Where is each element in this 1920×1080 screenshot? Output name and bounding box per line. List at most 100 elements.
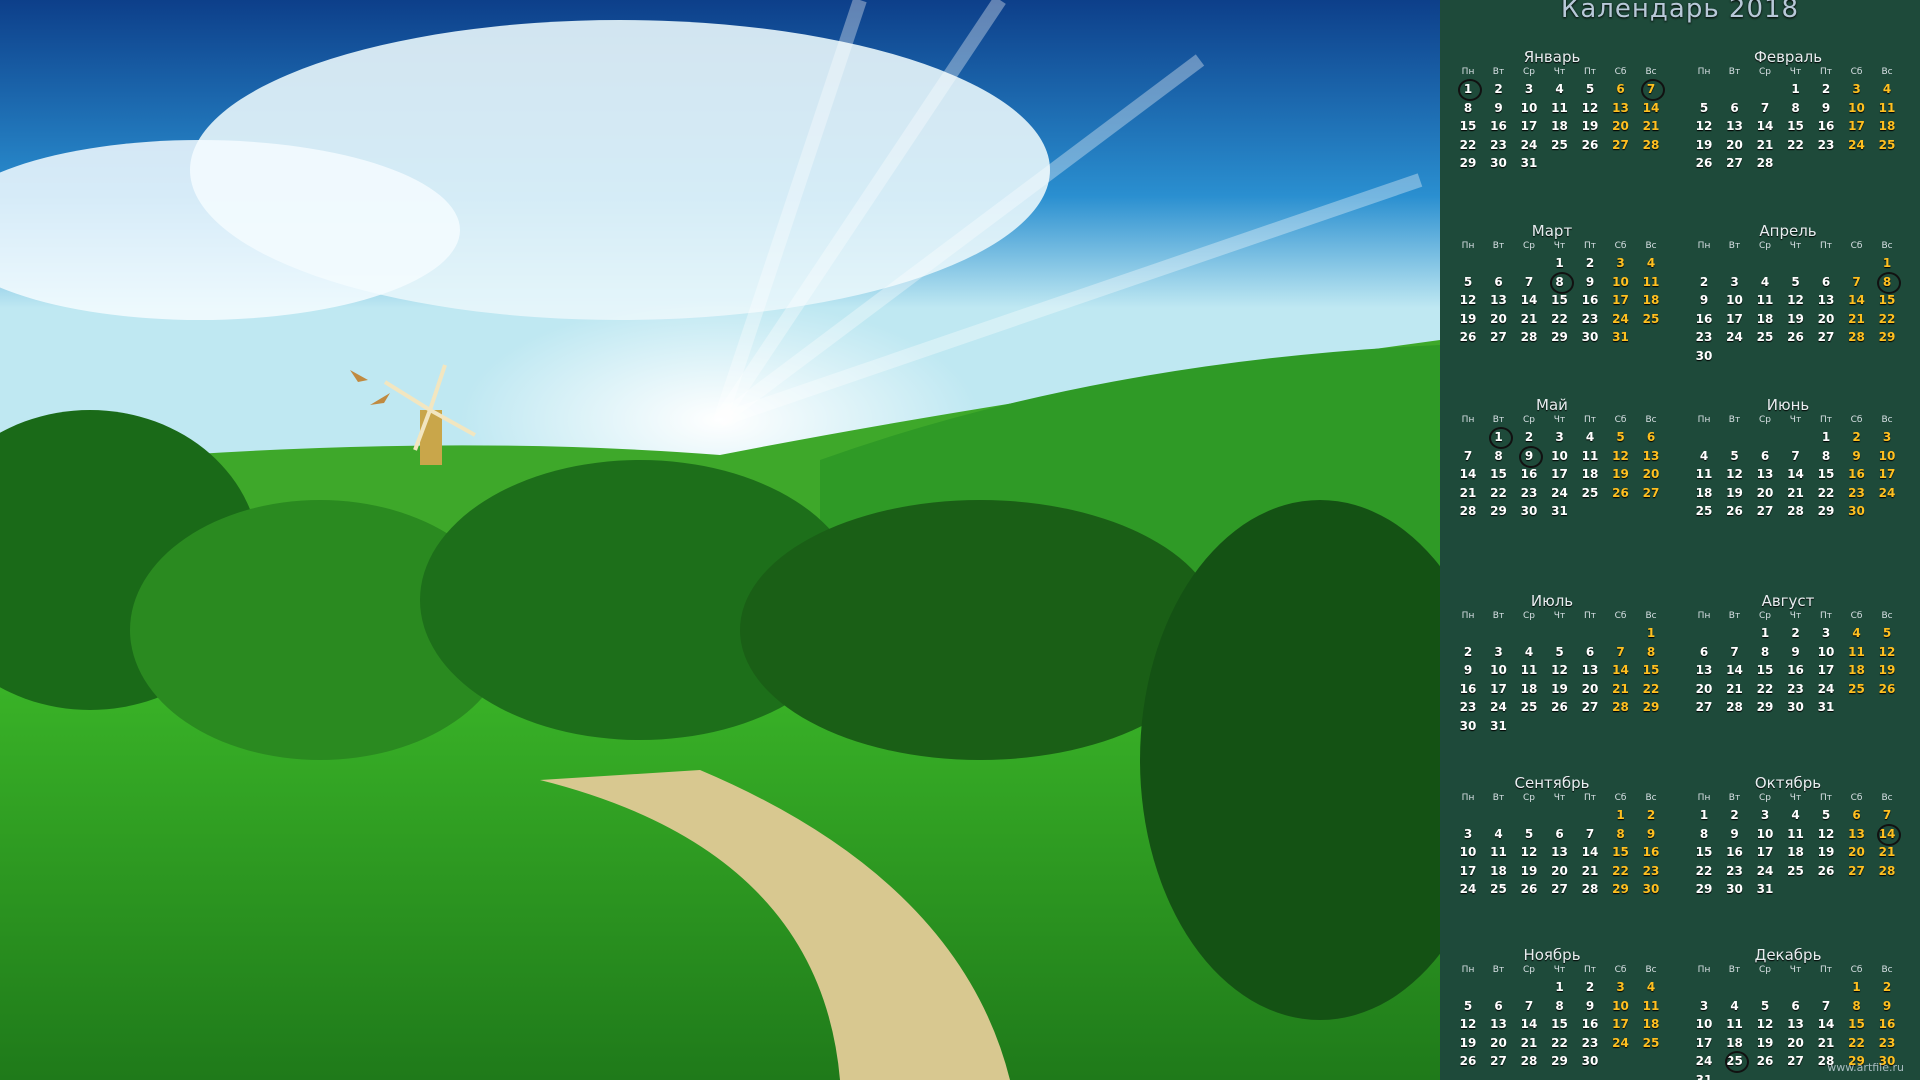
day-cell: 9 [1791, 644, 1800, 659]
month-name: Январь [1523, 48, 1581, 66]
day-cell: 25 [1551, 137, 1568, 152]
weekday-label: Пт [1583, 241, 1596, 251]
day-cell: 18 [1848, 663, 1865, 677]
day-cell: 2 [1821, 82, 1831, 96]
day-cell: 12 [1459, 1017, 1477, 1031]
day-cell: 29 [1551, 1054, 1568, 1068]
weekday-label: Вт [1728, 241, 1741, 251]
weekday-label: Сб [1614, 793, 1627, 803]
day-cell: 29 [1695, 882, 1713, 896]
day-cell: 15 [1787, 119, 1804, 133]
day-cell: 5 [1555, 644, 1564, 659]
day-cell: 5 [1821, 808, 1831, 822]
day-cell: 1 [1882, 256, 1892, 270]
day-cell: 4 [1646, 256, 1656, 270]
day-cell: 29 [1490, 504, 1507, 518]
day-cell: 12 [1726, 467, 1743, 481]
day-cell: 23 [1695, 330, 1713, 344]
day-cell: 22 [1459, 137, 1477, 152]
day-cell: 13 [1848, 826, 1865, 841]
day-cell: 3 [1616, 256, 1625, 270]
weekday-label: Вт [1492, 241, 1505, 251]
watermark: www.artfile.ru [1827, 1061, 1904, 1074]
day-cell: 29 [1817, 504, 1835, 518]
day-cell: 15 [1848, 1017, 1865, 1031]
day-cell: 31 [1756, 882, 1774, 896]
day-cell: 7 [1524, 998, 1534, 1013]
day-cell: 25 [1721, 1051, 1749, 1073]
day-cell: 12 [1817, 826, 1835, 841]
day-cell: 28 [1848, 330, 1865, 344]
day-cell: 30 [1581, 330, 1599, 344]
day-cell: 22 [1878, 311, 1896, 326]
day-cell: 21 [1520, 311, 1538, 326]
day-cell: 30 [1787, 700, 1804, 714]
day-cell: 13 [1726, 119, 1743, 133]
day-cell: 30 [1642, 882, 1660, 896]
day-cell: 17 [1490, 681, 1507, 696]
day-cell: 16 [1459, 681, 1477, 696]
weekday-label: Чт [1553, 67, 1566, 77]
day-cell: 4 [1524, 644, 1534, 659]
month-name: Ноябрь [1523, 946, 1581, 964]
day-cell: 10 [1726, 293, 1743, 307]
day-cell: 23 [1459, 700, 1477, 714]
day-cell: 12 [1612, 448, 1629, 463]
weekday-label: Чт [1789, 793, 1802, 803]
day-cell: 6 [1699, 644, 1709, 659]
day-cell: 7 [1852, 274, 1861, 289]
weekday-label: Сб [1614, 611, 1627, 621]
day-cell: 24 [1695, 1054, 1713, 1068]
day-cell: 7 [1463, 448, 1473, 463]
weekday-label: Пн [1697, 67, 1711, 77]
day-cell: 31 [1817, 700, 1835, 714]
day-cell: 25 [1490, 882, 1507, 896]
day-cell: 6 [1821, 274, 1831, 289]
day-cell: 6 [1760, 448, 1770, 463]
weekday-label: Вс [1881, 241, 1893, 251]
day-cell: 15 [1612, 845, 1629, 859]
day-cell: 11 [1581, 448, 1599, 463]
day-cell: 24 [1490, 700, 1507, 714]
day-cell: 3 [1730, 274, 1739, 289]
day-cell: 8 [1546, 271, 1574, 294]
day-cell: 20 [1848, 845, 1865, 859]
day-cell: 8 [1494, 448, 1503, 463]
weekday-label: Ср [1759, 965, 1771, 975]
day-cell: 4 [1760, 274, 1770, 289]
day-cell: 22 [1848, 1035, 1865, 1050]
day-cell: 7 [1730, 644, 1739, 659]
day-cell: 21 [1581, 863, 1599, 878]
month-name: Июнь [1766, 396, 1810, 414]
day-cell: 27 [1612, 137, 1629, 152]
day-cell: 5 [1524, 826, 1534, 841]
weekday-label: Сб [1850, 793, 1863, 803]
day-cell: 28 [1642, 137, 1660, 152]
day-cell: 17 [1817, 663, 1835, 677]
weekday-label: Чт [1553, 793, 1566, 803]
day-cell: 8 [1760, 644, 1770, 659]
day-cell: 1 [1616, 808, 1625, 822]
day-cell: 26 [1726, 504, 1743, 518]
day-cell: 9 [1821, 100, 1831, 115]
day-cell: 30 [1726, 882, 1743, 896]
day-cell: 12 [1581, 100, 1599, 115]
day-cell: 14 [1756, 119, 1774, 133]
weekday-label: Чт [1789, 415, 1802, 425]
day-cell: 24 [1848, 137, 1865, 152]
day-cell: 22 [1642, 681, 1660, 696]
day-cell: 19 [1817, 845, 1835, 859]
day-cell: 16 [1878, 1017, 1896, 1031]
day-cell: 21 [1726, 681, 1743, 696]
month-name: Декабрь [1754, 946, 1822, 964]
month-name: Август [1761, 592, 1815, 610]
day-cell: 28 [1520, 1054, 1538, 1068]
day-cell: 9 [1852, 448, 1861, 463]
day-cell: 4 [1699, 448, 1709, 463]
day-cell: 21 [1756, 137, 1774, 152]
day-cell: 17 [1612, 1017, 1629, 1031]
day-cell: 16 [1848, 467, 1865, 481]
day-cell: 2 [1494, 82, 1503, 96]
weekday-label: Пт [1583, 965, 1596, 975]
day-cell: 10 [1551, 448, 1568, 463]
